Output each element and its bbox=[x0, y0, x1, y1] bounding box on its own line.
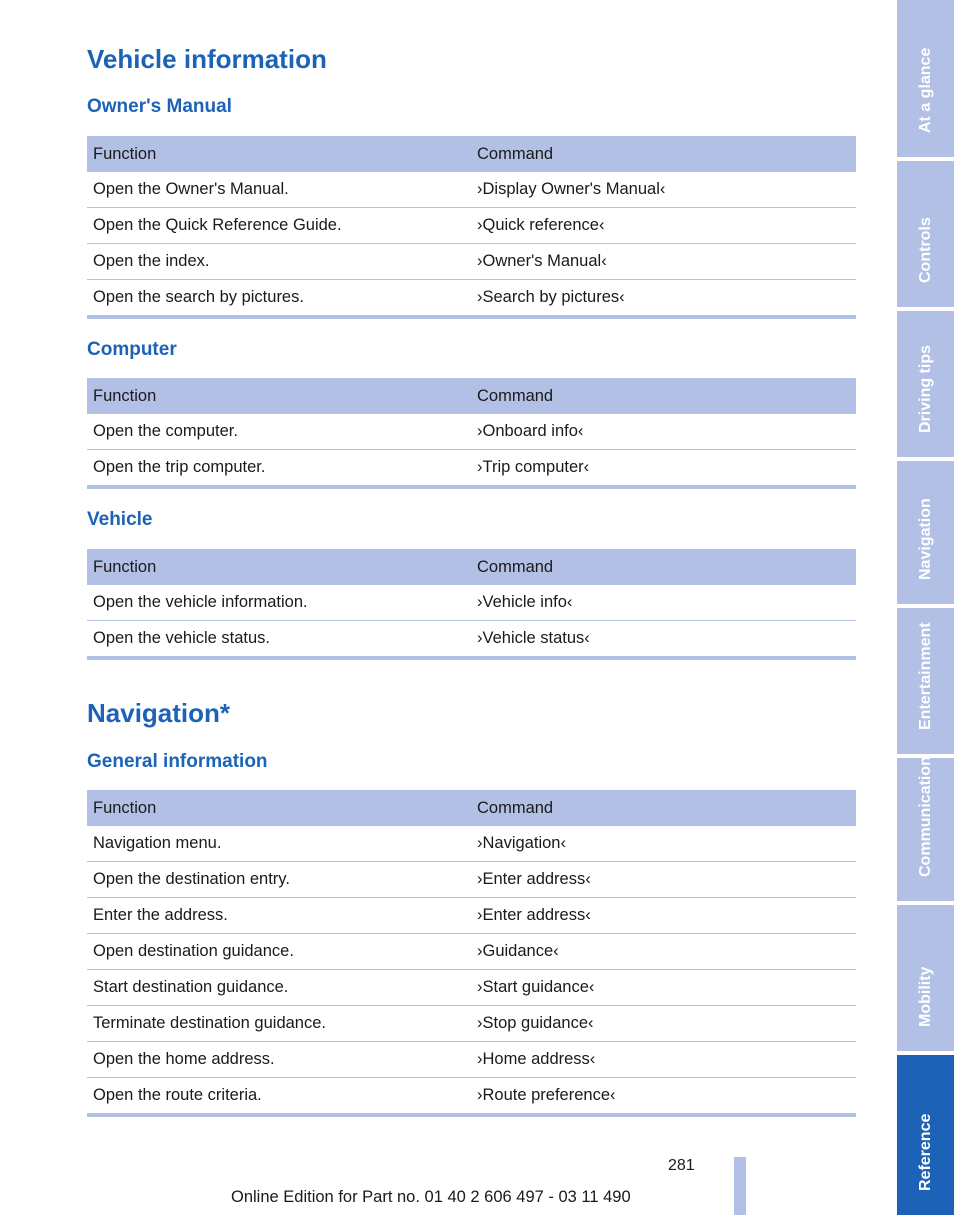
tab-at-a-glance[interactable]: At a glance bbox=[897, 0, 954, 157]
command-cell: ›Onboard info‹ bbox=[471, 414, 856, 450]
function-cell: Terminate destination guidance. bbox=[87, 1005, 471, 1042]
table-row: Open the route criteria. ›Route preferenc… bbox=[87, 1077, 856, 1117]
column-header: Command bbox=[471, 136, 856, 172]
tab-label: Entertainment bbox=[916, 622, 934, 730]
table-row: Open the search by pictures. ›Search by p… bbox=[87, 279, 856, 319]
function-cell: Open the destination entry. bbox=[87, 861, 471, 898]
chapter-tabs: At a glance Controls Driving tips Naviga… bbox=[897, 0, 954, 1215]
tab-label: Navigation bbox=[916, 498, 934, 580]
command-cell: ›Owner's Manual‹ bbox=[471, 243, 856, 280]
column-header: Command bbox=[471, 549, 856, 585]
function-cell: Open the computer. bbox=[87, 414, 471, 450]
table-row: Open the destination entry. ›Enter addres… bbox=[87, 861, 856, 898]
function-cell: Open the route criteria. bbox=[87, 1077, 471, 1117]
function-cell: Navigation menu. bbox=[87, 826, 471, 862]
table-row: Open the trip computer. ›Trip computer‹ bbox=[87, 449, 856, 489]
column-header: Command bbox=[471, 378, 856, 414]
table-row: Open the Quick Reference Guide. ›Quick re… bbox=[87, 207, 856, 244]
subsection-title-computer: Computer bbox=[87, 339, 177, 360]
command-cell: ›Route preference‹ bbox=[471, 1077, 856, 1117]
tab-label: Controls bbox=[916, 217, 934, 283]
column-header: Function bbox=[87, 549, 471, 585]
table-row: Start destination guidance. ›Start guidan… bbox=[87, 969, 856, 1006]
tab-reference[interactable]: Reference bbox=[897, 1055, 954, 1215]
function-cell: Open the search by pictures. bbox=[87, 279, 471, 319]
command-cell: ›Quick reference‹ bbox=[471, 207, 856, 244]
tab-label: Reference bbox=[916, 1113, 934, 1191]
function-cell: Start destination guidance. bbox=[87, 969, 471, 1006]
table-header-row: Function Command bbox=[87, 549, 856, 585]
command-cell: ›Display Owner's Manual‹ bbox=[471, 172, 856, 208]
command-cell: ›Vehicle status‹ bbox=[471, 620, 856, 660]
page-number: 281 bbox=[668, 1157, 695, 1174]
subsection-title-vehicle: Vehicle bbox=[87, 509, 153, 530]
function-cell: Open destination guidance. bbox=[87, 933, 471, 970]
command-cell: ›Stop guidance‹ bbox=[471, 1005, 856, 1042]
function-cell: Open the vehicle information. bbox=[87, 585, 471, 621]
general-information-table: Function Command Navigation menu. ›Naviga… bbox=[87, 790, 856, 1117]
tab-navigation[interactable]: Navigation bbox=[897, 461, 954, 604]
tab-label: Communication bbox=[916, 756, 934, 877]
command-cell: ›Guidance‹ bbox=[471, 933, 856, 970]
command-cell: ›Start guidance‹ bbox=[471, 969, 856, 1006]
table-row: Open the computer. ›Onboard info‹ bbox=[87, 414, 856, 450]
vehicle-table: Function Command Open the vehicle inform… bbox=[87, 549, 856, 660]
command-cell: ›Trip computer‹ bbox=[471, 449, 856, 489]
subsection-title-owners-manual: Owner's Manual bbox=[87, 96, 232, 117]
table-row: Terminate destination guidance. ›Stop gui… bbox=[87, 1005, 856, 1042]
table-header-row: Function Command bbox=[87, 790, 856, 826]
command-cell: ›Enter address‹ bbox=[471, 897, 856, 934]
tab-label: Driving tips bbox=[916, 344, 934, 433]
function-cell: Open the index. bbox=[87, 243, 471, 280]
table-row: Enter the address. ›Enter address‹ bbox=[87, 897, 856, 934]
table-row: Open the vehicle information. ›Vehicle in… bbox=[87, 585, 856, 621]
function-cell: Open the Quick Reference Guide. bbox=[87, 207, 471, 244]
tab-label: Mobility bbox=[916, 966, 934, 1027]
function-cell: Open the home address. bbox=[87, 1041, 471, 1078]
table-row: Open the vehicle status. ›Vehicle status‹ bbox=[87, 620, 856, 660]
footer-text: Online Edition for Part no. 01 40 2 606 … bbox=[231, 1188, 631, 1206]
section-title-vehicle-information: Vehicle information bbox=[87, 44, 327, 74]
subsection-title-general-information: General information bbox=[87, 751, 268, 772]
column-header: Command bbox=[471, 790, 856, 826]
column-header: Function bbox=[87, 790, 471, 826]
page-marker-bar bbox=[734, 1157, 746, 1215]
tab-controls[interactable]: Controls bbox=[897, 161, 954, 307]
table-header-row: Function Command bbox=[87, 136, 856, 172]
column-header: Function bbox=[87, 136, 471, 172]
command-cell: ›Vehicle info‹ bbox=[471, 585, 856, 621]
computer-table: Function Command Open the computer. ›Onbo… bbox=[87, 378, 856, 489]
function-cell: Open the Owner's Manual. bbox=[87, 172, 471, 208]
tab-driving-tips[interactable]: Driving tips bbox=[897, 311, 954, 457]
command-cell: ›Search by pictures‹ bbox=[471, 279, 856, 319]
owners-manual-table: Function Command Open the Owner's Manual… bbox=[87, 136, 856, 319]
table-row: Navigation menu. ›Navigation‹ bbox=[87, 826, 856, 862]
command-cell: ›Enter address‹ bbox=[471, 861, 856, 898]
tab-label: At a glance bbox=[916, 47, 934, 133]
table-row: Open the Owner's Manual. ›Display Owner's… bbox=[87, 172, 856, 208]
section-title-navigation: Navigation* bbox=[87, 698, 231, 728]
tab-entertainment[interactable]: Entertainment bbox=[897, 608, 954, 754]
table-row: Open the index. ›Owner's Manual‹ bbox=[87, 243, 856, 280]
table-row: Open the home address. ›Home address‹ bbox=[87, 1041, 856, 1078]
function-cell: Open the vehicle status. bbox=[87, 620, 471, 660]
column-header: Function bbox=[87, 378, 471, 414]
table-row: Open destination guidance. ›Guidance‹ bbox=[87, 933, 856, 970]
function-cell: Enter the address. bbox=[87, 897, 471, 934]
tab-communication[interactable]: Communication bbox=[897, 756, 954, 901]
command-cell: ›Navigation‹ bbox=[471, 826, 856, 862]
tab-mobility[interactable]: Mobility bbox=[897, 905, 954, 1051]
table-header-row: Function Command bbox=[87, 378, 856, 414]
function-cell: Open the trip computer. bbox=[87, 449, 471, 489]
command-cell: ›Home address‹ bbox=[471, 1041, 856, 1078]
